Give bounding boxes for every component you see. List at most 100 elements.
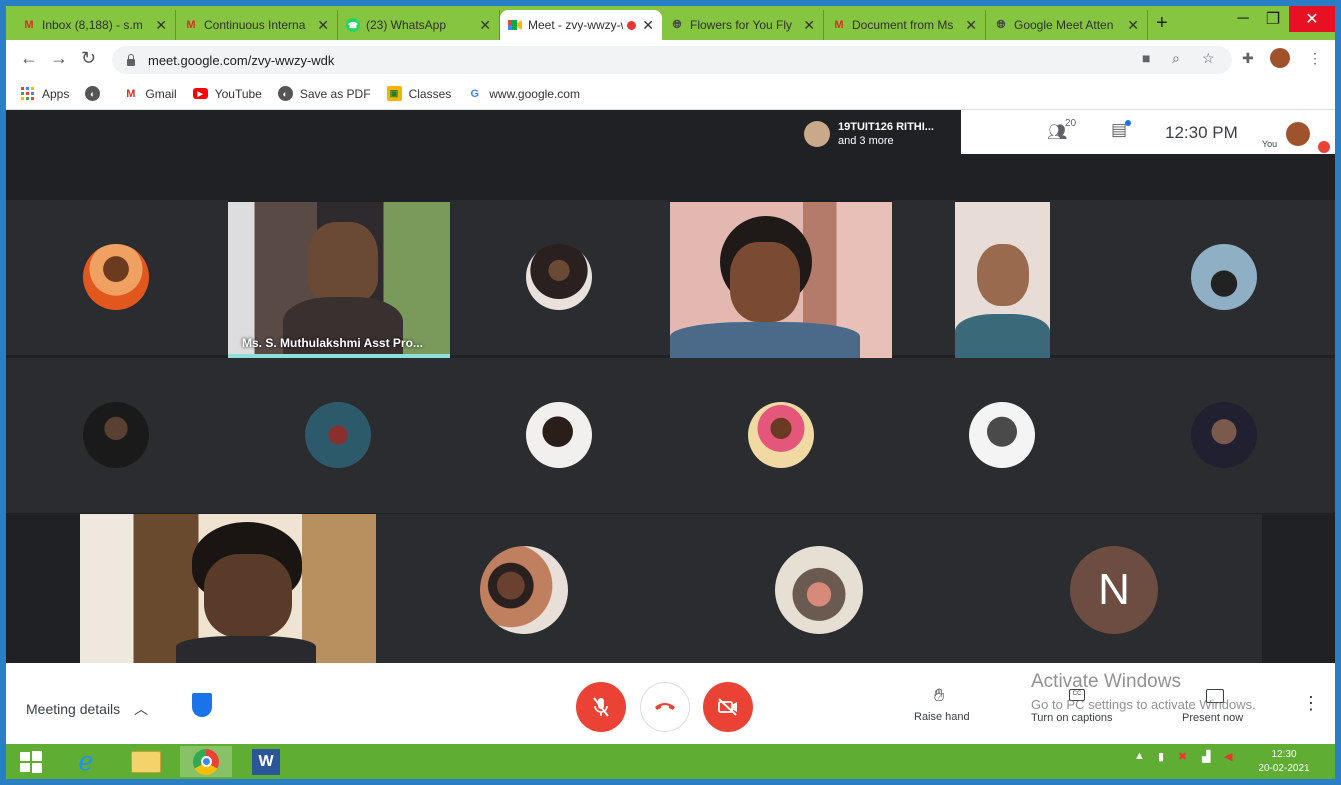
window-close-button[interactable]: ✕: [1289, 6, 1335, 32]
meeting-details-button[interactable]: Meeting details ︿: [26, 699, 148, 719]
reload-icon[interactable]: ↻: [81, 48, 96, 69]
tab-continuous[interactable]: M Continuous Interna ✕: [176, 10, 338, 40]
url-text: meet.google.com/zvy-wwzy-wdk: [148, 52, 335, 68]
close-icon[interactable]: ✕: [642, 17, 654, 34]
close-icon[interactable]: ✕: [1127, 17, 1139, 34]
address-bar[interactable]: meet.google.com/zvy-wwzy-wdk: [112, 46, 1232, 74]
participant-tile[interactable]: [1050, 200, 1335, 355]
tab-inbox[interactable]: M Inbox (8,188) - s.m ✕: [14, 10, 176, 40]
word-button[interactable]: W: [240, 746, 292, 777]
camera-button[interactable]: [703, 682, 753, 732]
bookmark-youtube[interactable]: ▶ YouTube: [192, 87, 262, 101]
volume-muted-icon[interactable]: ◀: [1224, 750, 1232, 763]
participant-tile[interactable]: [376, 514, 672, 663]
network-warning-icon[interactable]: ✖: [1178, 750, 1187, 763]
bookmark-gmail[interactable]: M Gmail: [123, 86, 176, 101]
microphone-button[interactable]: [576, 682, 626, 732]
close-icon[interactable]: ✕: [803, 17, 815, 34]
participant-tile[interactable]: [1114, 358, 1335, 513]
tab-document[interactable]: M Document from Ms ✕: [824, 10, 986, 40]
avatar: [83, 244, 149, 310]
close-icon[interactable]: ✕: [317, 17, 329, 34]
participant-tile[interactable]: [670, 358, 892, 513]
bookmark-save-pdf[interactable]: ◐ Save as PDF: [277, 86, 371, 101]
participant-tile[interactable]: [672, 514, 966, 663]
participant-tile-spacer: [892, 200, 956, 355]
whatsapp-icon: ☎: [346, 18, 360, 32]
raise-hand-icon[interactable]: ✋︎: [934, 685, 944, 706]
bookmarks-bar: Apps ◐ M Gmail ▶ YouTube ◐ Save as PDF ▣…: [6, 78, 1335, 110]
person-silhouette: [204, 554, 292, 638]
bookmark-apps[interactable]: Apps: [20, 86, 69, 101]
tray-expand-icon[interactable]: ▲: [1134, 750, 1145, 762]
raise-hand-label[interactable]: Raise hand: [914, 711, 970, 723]
file-explorer-button[interactable]: [120, 746, 172, 777]
bookmark-globe[interactable]: ◐: [85, 86, 107, 101]
maximize-button[interactable]: ❐: [1258, 6, 1288, 32]
participant-tile[interactable]: N: [966, 514, 1262, 663]
speaker-chip[interactable]: 19TUIT126 RITHI... and 3 more: [796, 114, 962, 154]
close-icon[interactable]: ✕: [965, 17, 977, 34]
extensions-icon[interactable]: ✚: [1242, 50, 1254, 67]
back-icon[interactable]: ←: [20, 48, 38, 69]
internet-explorer-icon: e: [78, 746, 94, 777]
profile-avatar[interactable]: [1270, 48, 1290, 68]
tab-whatsapp[interactable]: ☎ (23) WhatsApp ✕: [338, 10, 500, 40]
bookmark-google[interactable]: G www.google.com: [467, 86, 580, 101]
phone-hangup-icon: [655, 703, 675, 710]
presenter-name: Ms. S. Muthulakshmi Asst Pro...: [242, 336, 423, 350]
presenter-video[interactable]: Ms. S. Muthulakshmi Asst Pro...: [228, 202, 450, 358]
zoom-icon[interactable]: ⌕: [1172, 50, 1180, 67]
taskbar-clock[interactable]: 12:30 20-02-2021: [1254, 748, 1314, 776]
avatar[interactable]: [1286, 122, 1310, 146]
end-call-button[interactable]: [640, 682, 690, 732]
folder-icon: [131, 750, 161, 773]
start-button[interactable]: [6, 746, 56, 777]
person-silhouette: [977, 244, 1029, 306]
tab-meet[interactable]: Meet - zvy-wwzy-wdk ✕: [500, 10, 662, 40]
participant-tile[interactable]: [6, 200, 228, 355]
activate-windows-title: Activate Windows: [1031, 671, 1181, 692]
signal-icon[interactable]: ▟: [1202, 750, 1210, 763]
forward-icon[interactable]: →: [50, 48, 68, 69]
menu-icon[interactable]: ⋮: [1308, 50, 1322, 67]
close-icon[interactable]: ✕: [479, 17, 491, 34]
apps-grid-icon: [20, 86, 35, 101]
tab-attendance[interactable]: 🌐︎ Google Meet Atten ✕: [986, 10, 1148, 40]
avatar: [526, 244, 592, 310]
star-icon[interactable]: ☆: [1202, 50, 1215, 67]
word-icon: W: [252, 748, 280, 775]
battery-icon[interactable]: ▮: [1158, 750, 1164, 763]
speaker-more: and 3 more: [838, 135, 894, 147]
close-icon[interactable]: ✕: [155, 17, 167, 34]
more-options-icon[interactable]: ⋮: [1302, 693, 1320, 714]
classroom-icon: ▣: [386, 86, 402, 101]
participant-video[interactable]: [80, 514, 376, 663]
participant-video[interactable]: [670, 202, 892, 358]
shield-icon[interactable]: [192, 693, 212, 717]
avatar: [775, 546, 863, 634]
participant-tile[interactable]: [450, 200, 670, 355]
captions-label[interactable]: Turn on captions: [1031, 712, 1113, 724]
new-tab-button[interactable]: +: [1156, 12, 1168, 35]
participant-video[interactable]: [955, 202, 1050, 358]
minimize-button[interactable]: ─: [1228, 6, 1258, 32]
chrome-icon: [193, 748, 219, 775]
chrome-button[interactable]: [180, 746, 232, 777]
gmail-icon: M: [834, 19, 844, 31]
internet-explorer-button[interactable]: e: [60, 746, 112, 777]
camera-icon[interactable]: ■: [1142, 50, 1150, 66]
participant-tile[interactable]: [6, 358, 228, 513]
tab-flowers[interactable]: 🌐︎ Flowers for You Fly ✕: [662, 10, 824, 40]
tab-strip: M Inbox (8,188) - s.m ✕ M Continuous Int…: [6, 6, 1335, 40]
avatar: [480, 546, 568, 634]
participant-tile[interactable]: [892, 358, 1114, 513]
person-silhouette: [730, 242, 800, 322]
participant-tile[interactable]: [450, 358, 670, 513]
avatar: [526, 402, 592, 468]
person-silhouette: [670, 322, 860, 358]
meeting-controls-bar: Meeting details ︿ ✋︎ Raise hand CC Turn …: [6, 663, 1335, 744]
present-label[interactable]: Present now: [1182, 712, 1243, 724]
participant-tile[interactable]: [228, 358, 450, 513]
bookmark-classes[interactable]: ▣ Classes: [386, 86, 451, 101]
